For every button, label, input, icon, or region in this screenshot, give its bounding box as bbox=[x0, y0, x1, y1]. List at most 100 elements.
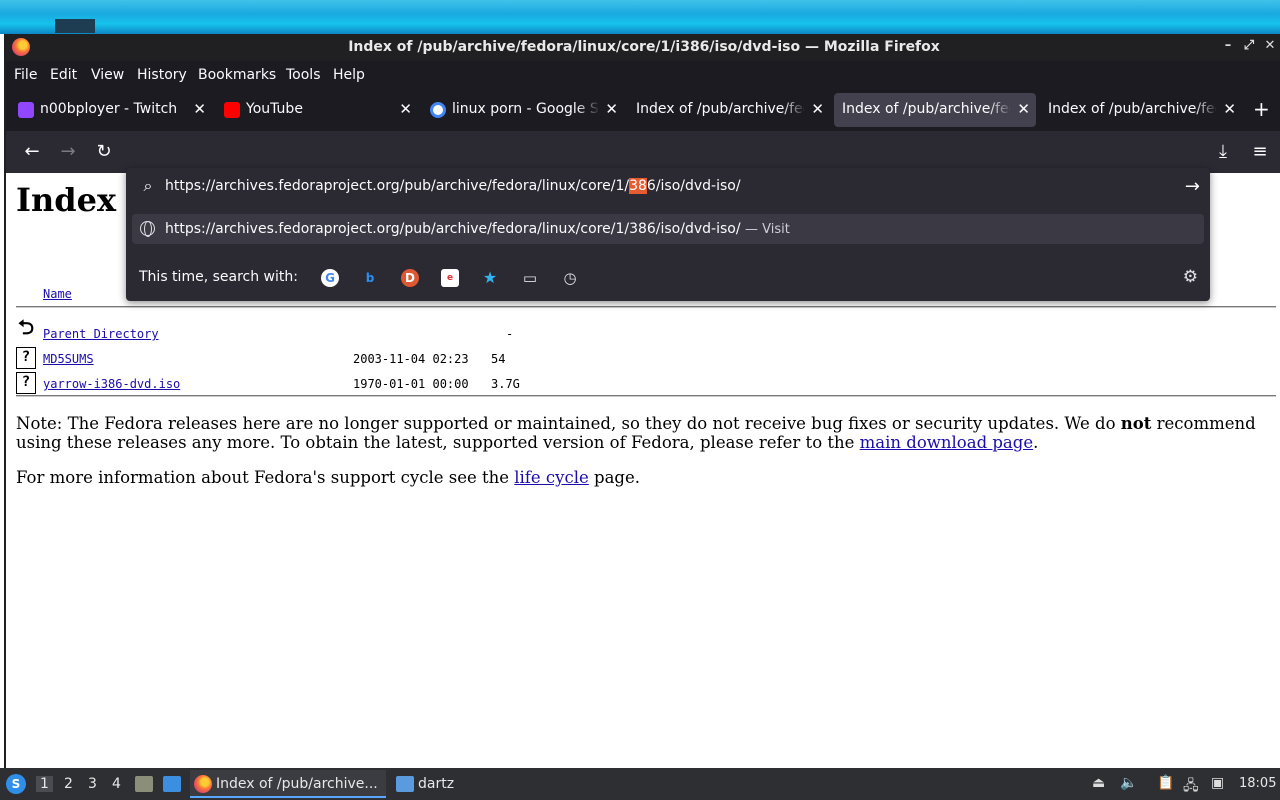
desktop-widget bbox=[55, 19, 95, 33]
firefox-logo-icon bbox=[194, 775, 212, 793]
url-dropdown-panel: ⌕ https://archives.fedoraproject.org/pub… bbox=[126, 168, 1210, 301]
menu-edit[interactable]: Edit bbox=[50, 67, 77, 83]
url-text-after: 6/iso/dvd-iso/ bbox=[646, 178, 741, 194]
menu-help[interactable]: Help bbox=[333, 67, 365, 83]
volume-icon[interactable]: 🔈 bbox=[1120, 775, 1137, 791]
ebay-engine-icon[interactable]: e bbox=[441, 269, 459, 287]
task-label: dartz bbox=[418, 776, 455, 792]
menu-file[interactable]: File bbox=[14, 67, 37, 83]
main-download-link[interactable]: main download page bbox=[860, 433, 1033, 452]
iso-file-link[interactable]: yarrow-i386-dvd.iso bbox=[43, 377, 180, 391]
desktop-background bbox=[0, 0, 1280, 34]
window-title: Index of /pub/archive/fedora/linux/core/… bbox=[348, 39, 940, 55]
tab-index-1[interactable]: Index of /pub/archive/fed ✕ bbox=[628, 93, 830, 127]
url-input[interactable]: https://archives.fedoraproject.org/pub/a… bbox=[165, 178, 741, 194]
tab-twitch[interactable]: n00bployer - Twitch ✕ bbox=[10, 93, 212, 127]
tab-fade bbox=[782, 93, 806, 127]
tab-index-3[interactable]: Index of /pub/archive/fed ✕ bbox=[1040, 93, 1242, 127]
table-row: ⮌ Parent Directory - bbox=[16, 317, 616, 350]
tab-label: Index of /pub/archive/fed bbox=[636, 101, 804, 117]
row-size: - bbox=[506, 327, 514, 341]
firefox-window: Index of /pub/archive/fedora/linux/core/… bbox=[4, 34, 1280, 768]
taskbar: S 1 2 3 4 Index of /pub/archive... dartz… bbox=[0, 768, 1280, 800]
tab-fade bbox=[1194, 93, 1218, 127]
column-name-link[interactable]: Name bbox=[43, 287, 72, 301]
tab-close-icon[interactable]: ✕ bbox=[811, 100, 824, 118]
page-heading: Index bbox=[16, 181, 117, 219]
forward-arrow-icon[interactable]: → bbox=[56, 141, 80, 162]
navigation-toolbar: ← → ↻ ⤓ ≡ bbox=[6, 131, 1280, 173]
workspace-2[interactable]: 2 bbox=[64, 776, 73, 792]
app-menu-icon[interactable]: ≡ bbox=[1248, 141, 1272, 162]
note-text: Note: The Fedora releases here are no lo… bbox=[16, 414, 1121, 433]
maximize-icon[interactable]: ⤢ bbox=[1240, 38, 1258, 53]
close-icon[interactable]: ✕ bbox=[1261, 38, 1279, 53]
network-icon[interactable]: 🖧 bbox=[1183, 775, 1199, 799]
suggestion-action: — Visit bbox=[745, 222, 790, 237]
file-manager-icon[interactable] bbox=[135, 776, 153, 792]
divider bbox=[16, 395, 1276, 397]
bookmarks-engine-icon[interactable]: ★ bbox=[481, 269, 499, 287]
tab-close-icon[interactable]: ✕ bbox=[1223, 100, 1236, 118]
note-text: page. bbox=[588, 468, 640, 487]
reload-icon[interactable]: ↻ bbox=[92, 141, 116, 162]
md5sums-link[interactable]: MD5SUMS bbox=[43, 352, 94, 366]
parent-directory-link[interactable]: Parent Directory bbox=[43, 327, 159, 341]
tab-index-2-active[interactable]: Index of /pub/archive/fed ✕ bbox=[834, 93, 1036, 127]
gear-icon[interactable]: ⚙ bbox=[1183, 267, 1198, 287]
workspace-1[interactable]: 1 bbox=[36, 776, 53, 792]
workspace-4[interactable]: 4 bbox=[112, 776, 121, 792]
go-arrow-icon[interactable]: → bbox=[1185, 176, 1200, 197]
suggestion-text: https://archives.fedoraproject.org/pub/a… bbox=[165, 221, 790, 237]
start-menu-icon[interactable]: S bbox=[6, 774, 26, 794]
row-size: 3.7G bbox=[491, 377, 520, 391]
tab-youtube[interactable]: YouTube ✕ bbox=[216, 93, 418, 127]
menu-view[interactable]: View bbox=[91, 67, 124, 83]
clock: 18:05 bbox=[1239, 776, 1277, 791]
tab-close-icon[interactable]: ✕ bbox=[1017, 100, 1030, 118]
menu-history[interactable]: History bbox=[137, 67, 187, 83]
url-text-highlight: 38 bbox=[629, 178, 647, 194]
folder-icon bbox=[396, 776, 414, 792]
downloads-icon[interactable]: ⤓ bbox=[1211, 141, 1235, 162]
eject-icon[interactable]: ⏏ bbox=[1092, 775, 1105, 791]
google-engine-icon[interactable]: G bbox=[321, 269, 339, 287]
tab-close-icon[interactable]: ✕ bbox=[193, 100, 206, 118]
history-engine-icon[interactable]: ◷ bbox=[561, 269, 579, 287]
lifecycle-note: For more information about Fedora's supp… bbox=[16, 468, 640, 487]
globe-icon bbox=[140, 221, 155, 237]
url-suggestion[interactable]: https://archives.fedoraproject.org/pub/a… bbox=[132, 214, 1204, 244]
unknown-file-icon: ? bbox=[16, 372, 36, 394]
tab-fade bbox=[988, 93, 1012, 127]
youtube-icon bbox=[224, 102, 240, 118]
life-cycle-link[interactable]: life cycle bbox=[514, 468, 589, 487]
tab-strip: n00bployer - Twitch ✕ YouTube ✕ linux po… bbox=[6, 89, 1280, 131]
back-arrow-icon[interactable]: ← bbox=[20, 141, 44, 162]
workspace-3[interactable]: 3 bbox=[88, 776, 97, 792]
clipboard-icon[interactable]: 📋 bbox=[1157, 775, 1174, 791]
notification-icon[interactable]: ▣ bbox=[1211, 775, 1224, 791]
google-icon bbox=[430, 102, 446, 118]
menu-tools[interactable]: Tools bbox=[286, 67, 321, 83]
note-bold: not bbox=[1120, 414, 1152, 433]
tabs-engine-icon[interactable]: ▭ bbox=[521, 269, 539, 287]
bing-engine-icon[interactable]: b bbox=[361, 269, 379, 287]
suggestion-url: https://archives.fedoraproject.org/pub/a… bbox=[165, 221, 741, 237]
search-icon: ⌕ bbox=[143, 176, 153, 195]
divider bbox=[16, 306, 1276, 308]
task-dartz[interactable]: dartz bbox=[392, 770, 472, 798]
tab-google[interactable]: linux porn - Google Se ✕ bbox=[422, 93, 624, 127]
note-text: . bbox=[1033, 433, 1039, 452]
new-tab-plus-icon[interactable]: + bbox=[1253, 97, 1270, 121]
duckduckgo-engine-icon[interactable]: D bbox=[401, 269, 419, 287]
table-row: ? MD5SUMS 2003-11-04 02:23 54 bbox=[16, 347, 616, 375]
url-text-before: https://archives.fedoraproject.org/pub/a… bbox=[165, 178, 630, 194]
show-desktop-icon[interactable] bbox=[163, 776, 181, 792]
task-firefox[interactable]: Index of /pub/archive... bbox=[190, 770, 386, 798]
menu-bookmarks[interactable]: Bookmarks bbox=[198, 67, 276, 83]
tab-close-icon[interactable]: ✕ bbox=[399, 100, 412, 118]
url-bar[interactable]: ⌕ https://archives.fedoraproject.org/pub… bbox=[126, 168, 1210, 206]
minimize-icon[interactable]: – bbox=[1219, 38, 1237, 53]
tab-close-icon[interactable]: ✕ bbox=[605, 100, 618, 118]
search-with-label: This time, search with: bbox=[139, 269, 298, 285]
